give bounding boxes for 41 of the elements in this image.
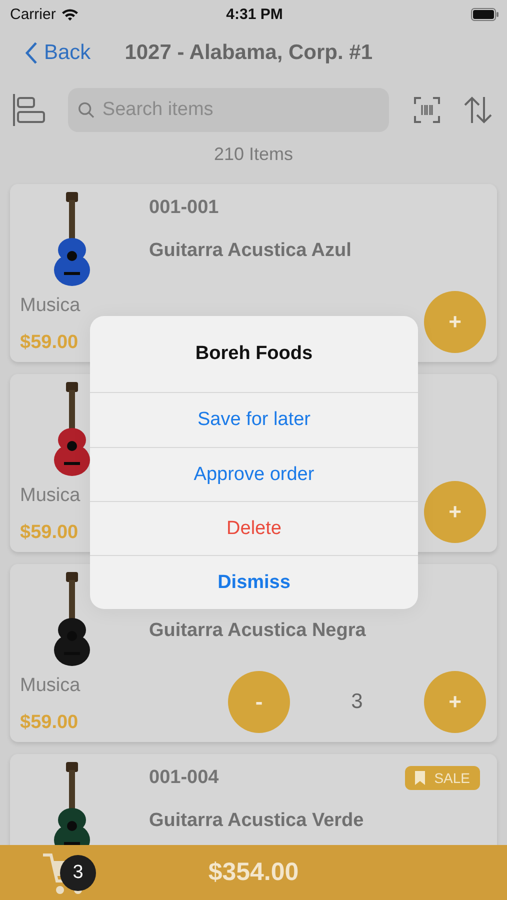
product-name: Guitarra Acustica Verde bbox=[149, 809, 365, 833]
cart-total: $354.00 bbox=[208, 858, 299, 887]
category-label: Musica bbox=[20, 295, 82, 317]
page-title: 1027 - Alabama, Corp. #1 bbox=[124, 41, 373, 65]
back-button[interactable]: Back bbox=[24, 41, 91, 65]
clock-time: 4:31 PM bbox=[226, 6, 283, 22]
search-icon bbox=[78, 101, 94, 119]
price-label: $59.00 bbox=[20, 712, 80, 734]
price-label: $59.00 bbox=[20, 522, 80, 544]
search-input[interactable]: Search items bbox=[100, 98, 379, 122]
wifi-icon bbox=[60, 8, 79, 20]
barcode-scan-icon[interactable] bbox=[413, 96, 441, 124]
product-card[interactable]: 001-004 SALE Guitarra Acustica Verde bbox=[10, 754, 497, 845]
sort-icon[interactable] bbox=[463, 95, 493, 125]
increase-button[interactable]: + bbox=[424, 291, 486, 353]
alert-action[interactable]: Save for later bbox=[90, 393, 418, 447]
alert-action[interactable]: Dismiss bbox=[90, 555, 418, 609]
battery-icon bbox=[470, 8, 499, 20]
decrease-button[interactable]: - bbox=[228, 671, 290, 733]
quantity-value: 3 bbox=[351, 690, 363, 714]
chevron-left-icon bbox=[24, 41, 38, 65]
alert-action[interactable]: Delete bbox=[90, 501, 418, 555]
bookmark-icon bbox=[415, 771, 426, 785]
product-code: 001-004 bbox=[149, 767, 219, 789]
alert-title: Boreh Foods bbox=[195, 343, 313, 365]
item-count: 210 Items bbox=[214, 144, 294, 164]
product-name: Guitarra Acustica Azul bbox=[149, 239, 352, 263]
badge-label: SALE bbox=[434, 770, 470, 786]
search-bar[interactable]: Search items bbox=[68, 88, 389, 132]
category-label: Musica bbox=[20, 675, 82, 697]
cart-count-badge: 3 bbox=[60, 855, 96, 891]
carrier-label: Carrier bbox=[10, 6, 56, 22]
layout-icon[interactable] bbox=[12, 92, 46, 128]
product-code: 001-001 bbox=[149, 197, 219, 219]
product-name: Guitarra Acustica Negra bbox=[149, 619, 367, 643]
price-label: $59.00 bbox=[20, 332, 80, 354]
cart-button[interactable]: 3 bbox=[34, 851, 98, 897]
alert-action[interactable]: Approve order bbox=[90, 447, 418, 501]
category-label: Musica bbox=[20, 485, 82, 507]
increase-button[interactable]: + bbox=[424, 481, 486, 543]
increase-button[interactable]: + bbox=[424, 671, 486, 733]
